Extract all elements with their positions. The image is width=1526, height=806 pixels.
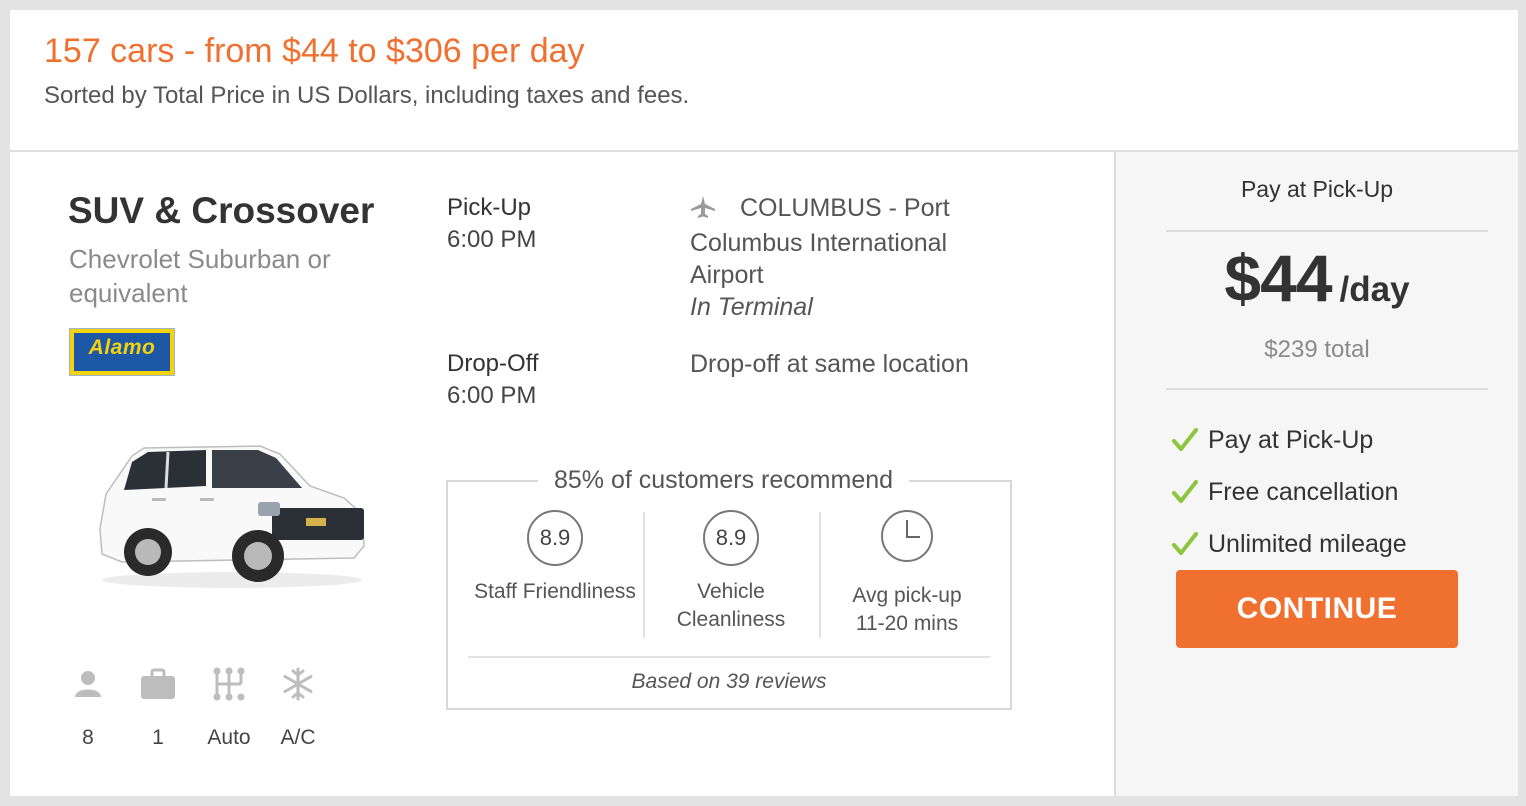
customer-ratings-box: 85% of customers recommend 8.9 Staff Fri… [446, 466, 1012, 710]
airplane-icon [690, 195, 718, 227]
pickup-location-name: COLUMBUS - Port Columbus International A… [690, 194, 950, 289]
staff-score-label: Staff Friendliness [474, 580, 636, 603]
vehicle-score-badge: 8.9 [703, 510, 759, 566]
avg-pickup-time: 11-20 mins [855, 612, 959, 635]
avg-pickup-label: Avg pick-up [852, 584, 962, 607]
benefit-label: Pay at Pick-Up [1208, 426, 1374, 454]
staff-friendliness-rating: 8.9 Staff Friendliness [468, 510, 642, 606]
pricing-panel: Pay at Pick-Up $44/day $239 total Pay at… [1116, 152, 1518, 796]
benefit-label: Unlimited mileage [1208, 530, 1407, 558]
dropoff-label: Drop-Off [447, 350, 539, 377]
vehicle-score-label: Vehicle Cleanliness [676, 580, 786, 631]
pickup-location-note: In Terminal [690, 293, 813, 321]
results-summary-title: 157 cars - from $44 to $306 per day [44, 32, 585, 70]
clock-icon [881, 510, 933, 562]
vendor-logo: Alamo [69, 328, 175, 376]
person-icon [60, 666, 116, 702]
pricing-divider [1166, 230, 1488, 232]
feature-transmission: Auto [201, 666, 257, 750]
car-image [99, 445, 365, 588]
pricing-divider [1166, 388, 1488, 390]
feature-seats: 8 [60, 666, 116, 750]
price-unit: /day [1339, 270, 1410, 309]
daily-price: $44/day [1116, 240, 1518, 316]
feature-bags-label: 1 [152, 726, 164, 749]
check-icon [1172, 480, 1198, 511]
continue-button[interactable]: CONTINUE [1176, 570, 1458, 648]
sort-description: Sorted by Total Price in US Dollars, inc… [44, 82, 690, 109]
pickup-location: COLUMBUS - Port Columbus International A… [690, 192, 1000, 323]
gear-shift-icon [201, 666, 257, 702]
payment-type-title: Pay at Pick-Up [1240, 176, 1394, 202]
vendor-logo-text: Alamo [88, 336, 156, 359]
vehicle-cleanliness-rating: 8.9 Vehicle Cleanliness [644, 510, 818, 634]
pickup-label: Pick-Up [447, 194, 532, 221]
ratings-divider [468, 656, 990, 658]
snowflake-icon [270, 666, 326, 702]
check-icon [1172, 428, 1198, 459]
pickup-time: 6:00 PM [447, 226, 537, 253]
check-icon [1172, 532, 1198, 563]
dropoff-location: Drop-off at same location [690, 350, 969, 378]
total-price: $239 total [1264, 336, 1370, 363]
benefit-unlimited-mileage: Unlimited mileage [1172, 530, 1407, 563]
dropoff-time: 6:00 PM [447, 382, 537, 409]
car-model: Chevrolet Suburban or equivalent [69, 244, 331, 308]
feature-seats-label: 8 [82, 726, 94, 749]
suitcase-icon [130, 666, 186, 702]
feature-ac: A/C [270, 666, 326, 750]
recommend-percentage: 85% of customers recommend [538, 466, 910, 495]
feature-transmission-label: Auto [207, 726, 251, 749]
feature-bags: 1 [130, 666, 186, 750]
car-type-title: SUV & Crossover [68, 190, 375, 231]
price-amount: $44 [1224, 241, 1332, 315]
feature-ac-label: A/C [280, 726, 316, 749]
staff-score-badge: 8.9 [527, 510, 583, 566]
results-panel: 157 cars - from $44 to $306 per day Sort… [10, 10, 1518, 796]
review-count: Based on 39 reviews [631, 670, 827, 693]
benefit-free-cancellation: Free cancellation [1172, 478, 1398, 511]
benefit-label: Free cancellation [1208, 478, 1399, 506]
car-listing-card[interactable]: SUV & Crossover Chevrolet Suburban or eq… [10, 152, 1116, 796]
results-header: 157 cars - from $44 to $306 per day Sort… [10, 10, 1518, 152]
benefit-pay-at-pickup: Pay at Pick-Up [1172, 426, 1373, 459]
avg-pickup-rating: Avg pick-up 11-20 mins [820, 510, 994, 638]
